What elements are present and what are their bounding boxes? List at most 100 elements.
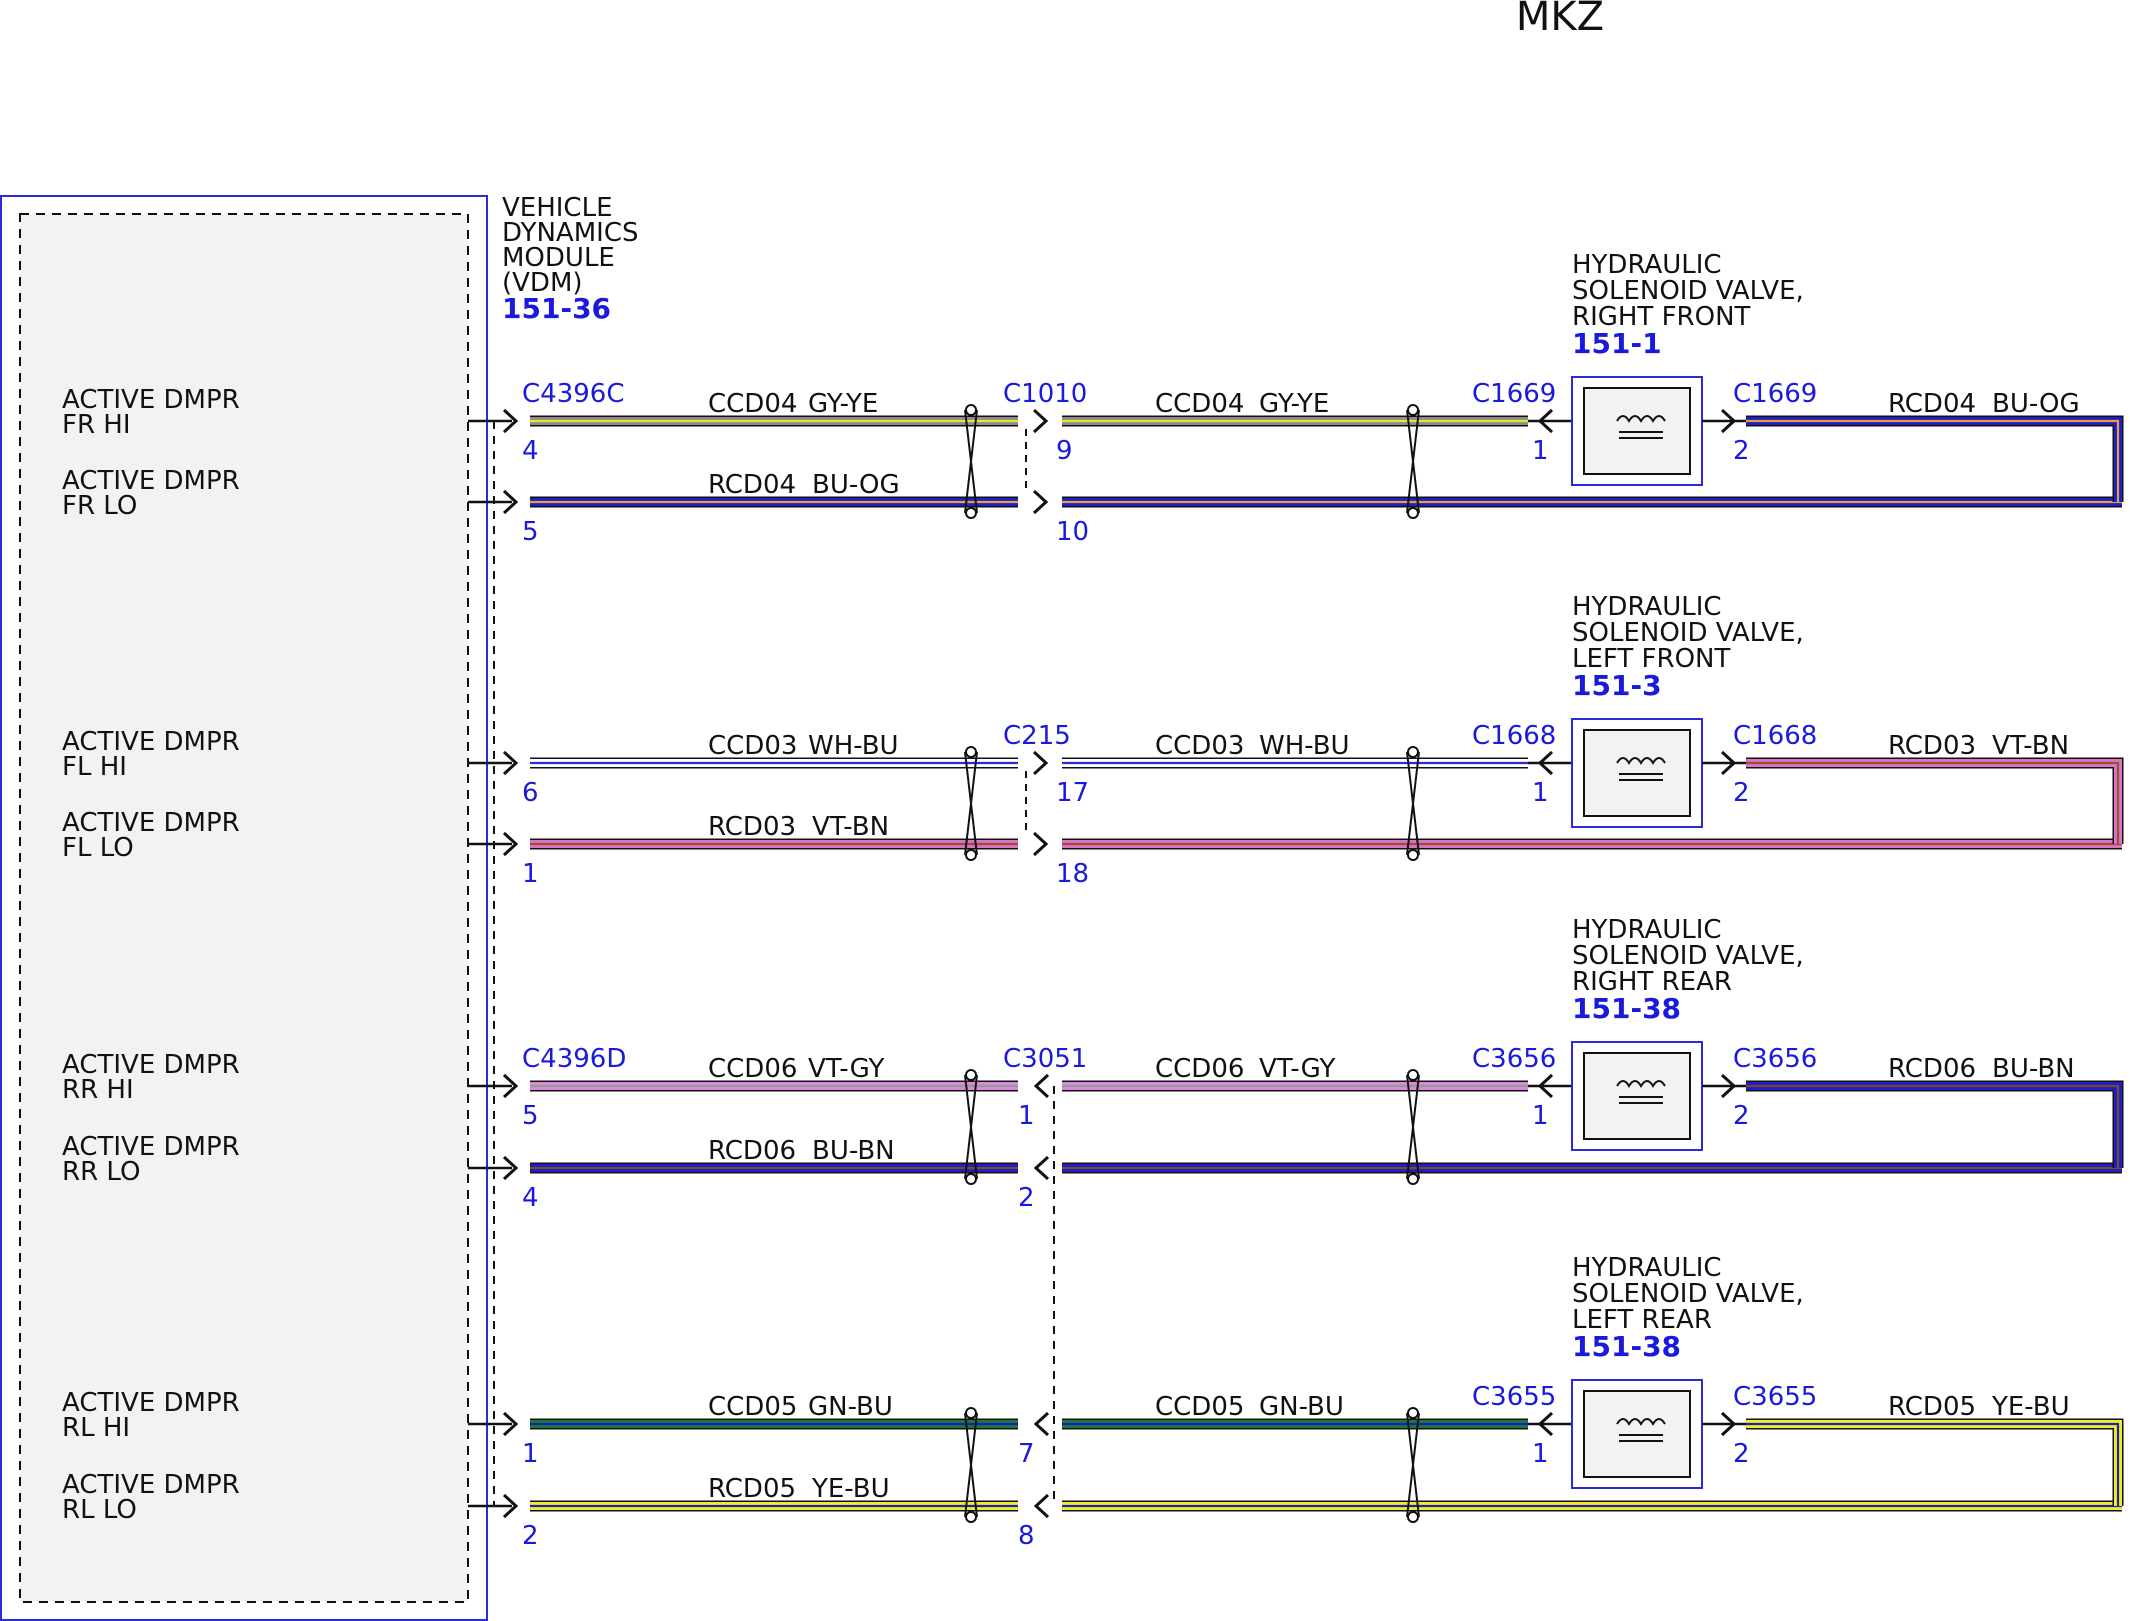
valve-connector-label[interactable]: C3656 [1472, 1044, 1556, 1074]
vdm-pin-number: 6 [522, 778, 539, 808]
hydraulic-valve[interactable] [1571, 1379, 1703, 1489]
inline-pin-number: 17 [1056, 778, 1089, 808]
inline-pin-arrow [1032, 489, 1049, 515]
twist-end [1407, 1511, 1419, 1523]
wire-name: RCD03 [708, 812, 796, 842]
vdm-pin-number: 1 [522, 1439, 539, 1469]
wire-color-code: VT-BN [1992, 731, 2069, 761]
return-wire-stripe [1746, 419, 2120, 502]
twist-end [965, 404, 977, 416]
inline-pin-number: 9 [1056, 436, 1073, 466]
wire-color-code: BU-OG [1992, 389, 2080, 419]
return-wire-base [1746, 417, 2122, 502]
return-wire-base [1746, 759, 2122, 844]
hydraulic-valve[interactable] [1571, 1041, 1703, 1151]
valve-pin-number: 2 [1733, 1101, 1750, 1131]
valve-connector-label[interactable]: C1668 [1733, 721, 1817, 751]
wire-name: CCD04 [1155, 389, 1244, 419]
wire-name: CCD03 [1155, 731, 1244, 761]
wire-color-code: BU-OG [812, 470, 900, 500]
signal-label: FR HI [62, 410, 131, 440]
vdm-connector-label[interactable]: C4396C [522, 379, 624, 409]
wire-color-code: VT-BN [812, 812, 889, 842]
vdm-reference-link[interactable]: 151-36 [502, 292, 611, 325]
inline-pin-arrow [1032, 831, 1049, 857]
return-wire-outline [1746, 1418, 2124, 1506]
valve-connector-label[interactable]: C3656 [1733, 1044, 1817, 1074]
vdm-connector-label[interactable]: C4396D [522, 1044, 626, 1074]
twist-end [965, 746, 977, 758]
vdm-pin-number: 5 [522, 1101, 539, 1131]
wire-name: CCD04 [708, 389, 797, 419]
valve-connector-label[interactable]: C3655 [1472, 1382, 1556, 1412]
signal-label: RR HI [62, 1075, 134, 1105]
wire-name: RCD06 [1888, 1054, 1976, 1084]
return-wire-stripe [1746, 1422, 2120, 1506]
twist-end [1407, 404, 1419, 416]
vdm-pin-number: 5 [522, 517, 539, 547]
inline-pin-number: 8 [1018, 1521, 1035, 1551]
wire-color-code: GN-BU [808, 1392, 893, 1422]
inline-pin-arrow [1033, 1073, 1050, 1099]
valve-reference-link[interactable]: 151-3 [1572, 669, 1662, 702]
wire-color-code: GN-BU [1259, 1392, 1344, 1422]
wire-color-code: WH-BU [808, 731, 899, 761]
valve-pin-number: 2 [1733, 778, 1750, 808]
signal-label: RL HI [62, 1413, 130, 1443]
vdm-pin-number: 2 [522, 1521, 539, 1551]
vdm-pin-number: 4 [522, 436, 539, 466]
wire-name: CCD05 [708, 1392, 797, 1422]
inline-connector-label[interactable]: C3051 [1003, 1044, 1087, 1074]
hydraulic-valve[interactable] [1571, 376, 1703, 486]
valve-pin-number: 1 [1532, 1439, 1549, 1469]
valve-pin-number: 1 [1532, 778, 1549, 808]
twist-end [965, 507, 977, 519]
inline-pin-arrow [1032, 750, 1049, 776]
inline-pin-number: 18 [1056, 859, 1089, 889]
wire-name: CCD03 [708, 731, 797, 761]
wire-color-code: VT-GY [1259, 1054, 1335, 1084]
wire-name: RCD04 [1888, 389, 1976, 419]
wire-color-code: YE-BU [1991, 1392, 2070, 1422]
vdm-pin-number: 1 [522, 859, 539, 889]
valve-connector-label[interactable]: C1668 [1472, 721, 1556, 751]
twist-end [965, 1069, 977, 1081]
wire-name: RCD05 [1888, 1392, 1976, 1422]
valve-reference-link[interactable]: 151-38 [1572, 992, 1681, 1025]
signal-label: RR LO [62, 1157, 140, 1187]
signal-label: FR LO [62, 491, 137, 521]
wire-name: RCD06 [708, 1136, 796, 1166]
inline-pin-number: 2 [1018, 1183, 1035, 1213]
wire-color-code: BU-BN [812, 1136, 895, 1166]
twist-end [1407, 1069, 1419, 1081]
return-wire-stripe [1746, 1084, 2120, 1168]
valve-pin-number: 1 [1532, 436, 1549, 466]
wire-name: CCD05 [1155, 1392, 1244, 1422]
return-wire-base [1746, 1420, 2122, 1506]
wire-name: RCD03 [1888, 731, 1976, 761]
inline-connector-label[interactable]: C215 [1003, 721, 1071, 751]
valve-reference-link[interactable]: 151-38 [1572, 1330, 1681, 1363]
inline-pin-arrow [1033, 1411, 1050, 1437]
twist-end [1407, 507, 1419, 519]
inline-pin-arrow [1032, 408, 1049, 434]
twist-end [1407, 1407, 1419, 1419]
wire-color-code: BU-BN [1992, 1054, 2075, 1084]
valve-reference-link[interactable]: 151-1 [1572, 327, 1662, 360]
twist-end [965, 849, 977, 861]
valve-connector-label[interactable]: C1669 [1733, 379, 1817, 409]
valve-connector-label[interactable]: C1669 [1472, 379, 1556, 409]
return-wire-outline [1746, 757, 2124, 844]
twist-end [965, 1407, 977, 1419]
wire-name: RCD05 [708, 1474, 796, 1504]
twist-end [1407, 849, 1419, 861]
return-wire-outline [1746, 1080, 2124, 1168]
twist-end [965, 1173, 977, 1185]
inline-pin-number: 7 [1018, 1439, 1035, 1469]
inline-connector-label[interactable]: C1010 [1003, 379, 1087, 409]
hydraulic-valve[interactable] [1571, 718, 1703, 828]
valve-pin-number: 2 [1733, 436, 1750, 466]
wire-color-code: VT-GY [808, 1054, 884, 1084]
valve-connector-label[interactable]: C3655 [1733, 1382, 1817, 1412]
inline-pin-number: 10 [1056, 517, 1089, 547]
